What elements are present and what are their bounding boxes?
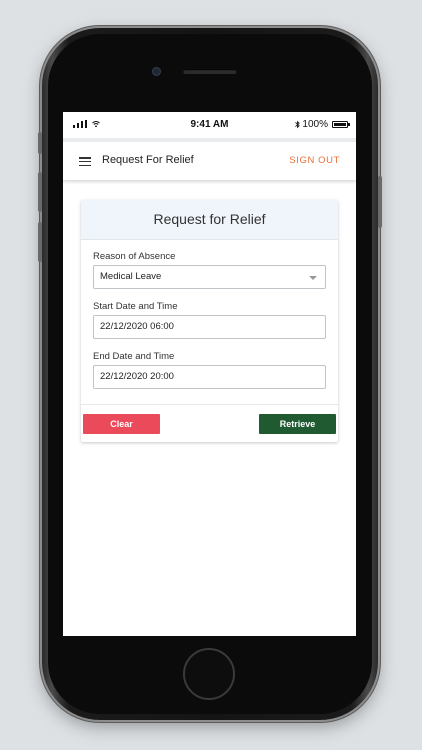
front-camera	[152, 67, 161, 76]
end-date-input[interactable]: 22/12/2020 20:00	[93, 365, 326, 389]
mute-switch	[38, 132, 42, 154]
start-date-input[interactable]: 22/12/2020 06:00	[93, 315, 326, 339]
app-title: Request For Relief	[102, 154, 194, 166]
power-button	[378, 176, 382, 228]
card-footer-divider	[81, 404, 338, 405]
end-date-value: 22/12/2020 20:00	[100, 371, 174, 382]
screen: 9:41 AM 100% Request For Relief SIGN OUT	[63, 112, 356, 636]
battery-icon	[332, 121, 350, 128]
retrieve-button[interactable]: Retrieve	[259, 414, 336, 434]
reason-select[interactable]: Medical Leave	[93, 265, 326, 289]
start-date-label: Start Date and Time	[93, 301, 178, 312]
hamburger-icon[interactable]	[79, 157, 91, 166]
stage: 9:41 AM 100% Request For Relief SIGN OUT	[0, 0, 422, 750]
reason-label: Reason of Absence	[93, 251, 176, 262]
sign-out-button[interactable]: SIGN OUT	[289, 155, 340, 166]
battery-percent: 100%	[302, 119, 328, 130]
earpiece-speaker	[183, 69, 237, 74]
relief-form-card: Request for Relief Reason of Absence Med…	[81, 200, 338, 442]
status-bar: 9:41 AM 100%	[63, 112, 356, 138]
start-date-value: 22/12/2020 06:00	[100, 321, 174, 332]
reason-value: Medical Leave	[100, 271, 162, 282]
end-date-label: End Date and Time	[93, 351, 175, 362]
home-button[interactable]	[183, 648, 235, 700]
clear-button[interactable]: Clear	[83, 414, 160, 434]
bluetooth-icon	[295, 120, 301, 129]
volume-down-button	[38, 222, 42, 262]
status-right: 100%	[295, 119, 350, 130]
app-bar: Request For Relief SIGN OUT	[63, 142, 356, 180]
volume-up-button	[38, 172, 42, 212]
chevron-down-icon	[309, 276, 317, 280]
form-title: Request for Relief	[81, 200, 338, 240]
content-area: Request for Relief Reason of Absence Med…	[63, 180, 356, 636]
